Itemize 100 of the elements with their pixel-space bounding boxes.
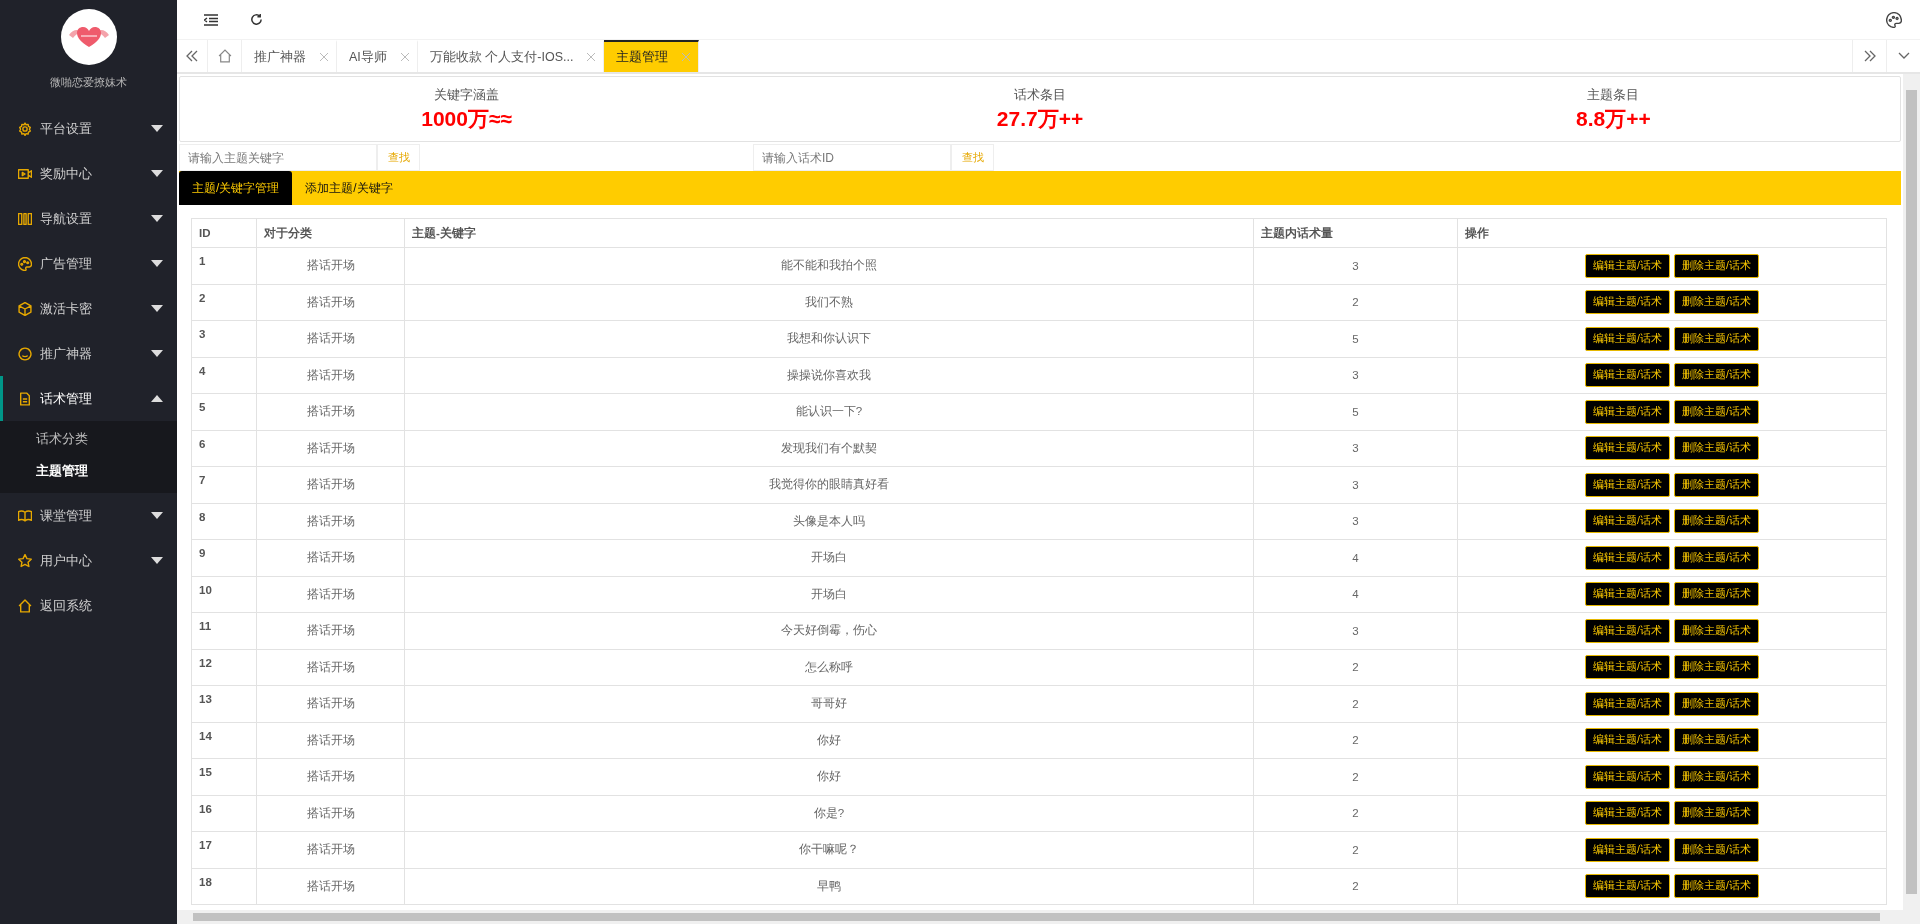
stat-label: 关键字涵盖	[434, 85, 500, 104]
vertical-scrollbar[interactable]	[1903, 74, 1920, 910]
page-tab[interactable]: 推广神器	[242, 40, 337, 72]
caret-icon	[151, 170, 163, 177]
table-cell: 5	[1253, 393, 1458, 430]
delete-button[interactable]: 删除主题/话术	[1674, 728, 1759, 753]
subtab[interactable]: 添加主题/关键字	[292, 171, 406, 205]
menu-item[interactable]: 导航设置	[0, 196, 177, 241]
refresh-icon[interactable]	[250, 13, 263, 26]
table-cell: 我想和你认识下	[404, 320, 1254, 357]
stat-label: 主题条目	[1587, 85, 1640, 104]
close-icon[interactable]	[400, 53, 409, 61]
edit-button[interactable]: 编辑主题/话术	[1585, 436, 1670, 461]
delete-button[interactable]: 删除主题/话术	[1674, 655, 1759, 680]
delete-button[interactable]: 删除主题/话术	[1674, 545, 1759, 570]
edit-button[interactable]: 编辑主题/话术	[1585, 837, 1670, 862]
edit-button[interactable]: 编辑主题/话术	[1585, 545, 1670, 570]
edit-button[interactable]: 编辑主题/话术	[1585, 618, 1670, 643]
delete-button[interactable]: 删除主题/话术	[1674, 691, 1759, 716]
book-icon	[18, 508, 32, 523]
table-cell: 开场白	[404, 539, 1254, 576]
close-icon[interactable]	[587, 53, 596, 61]
menu-item[interactable]: 广告管理	[0, 241, 177, 286]
edit-button[interactable]: 编辑主题/话术	[1585, 728, 1670, 753]
table-cell: 搭话开场	[256, 357, 405, 394]
edit-button[interactable]: 编辑主题/话术	[1585, 363, 1670, 388]
delete-button[interactable]: 删除主题/话术	[1674, 399, 1759, 424]
edit-button[interactable]: 编辑主题/话术	[1585, 691, 1670, 716]
table-cell: 11	[191, 612, 257, 649]
table-cell: 18	[191, 868, 257, 905]
edit-button[interactable]: 编辑主题/话术	[1585, 253, 1670, 278]
edit-button[interactable]: 编辑主题/话术	[1585, 655, 1670, 680]
edit-button[interactable]: 编辑主题/话术	[1585, 290, 1670, 315]
delete-button[interactable]: 删除主题/话术	[1674, 472, 1759, 497]
submenu-item[interactable]: 主题管理	[0, 455, 177, 487]
caret-icon	[151, 512, 163, 519]
close-icon[interactable]	[682, 53, 691, 61]
cube-icon	[18, 301, 32, 316]
delete-button[interactable]: 删除主题/话术	[1674, 801, 1759, 826]
menu-item[interactable]: 平台设置	[0, 106, 177, 151]
palette-icon[interactable]	[1886, 11, 1902, 28]
close-icon[interactable]	[320, 53, 328, 61]
column-header: 主题-关键字	[404, 218, 1254, 248]
delete-button[interactable]: 删除主题/话术	[1674, 290, 1759, 315]
table-cell: 搭话开场	[256, 868, 405, 905]
menu-item[interactable]: 返回系统	[0, 583, 177, 628]
table-cell: 12	[191, 649, 257, 686]
table-cell: 4	[1253, 576, 1458, 613]
delete-button[interactable]: 删除主题/话术	[1674, 618, 1759, 643]
delete-button[interactable]: 删除主题/话术	[1674, 253, 1759, 278]
subtab[interactable]: 主题/关键字管理	[179, 171, 293, 205]
page-tab[interactable]: 主题管理	[604, 40, 700, 72]
table-cell: 15	[191, 758, 257, 795]
home-icon	[217, 49, 232, 63]
edit-button[interactable]: 编辑主题/话术	[1585, 764, 1670, 789]
delete-button[interactable]: 删除主题/话术	[1674, 509, 1759, 534]
chevron-down-icon	[1897, 52, 1910, 60]
horizontal-scrollbar[interactable]	[177, 910, 1920, 924]
table-cell: 你是?	[404, 795, 1254, 832]
delete-button[interactable]: 删除主题/话术	[1674, 326, 1759, 351]
caret-icon	[151, 350, 163, 357]
table-cell: 9	[191, 539, 257, 576]
double-chevron-left-icon	[186, 50, 198, 62]
menu-item[interactable]: 奖励中心	[0, 151, 177, 196]
delete-button[interactable]: 删除主题/话术	[1674, 764, 1759, 789]
stat-value: 1000万≈≈	[421, 105, 513, 132]
edit-button[interactable]: 编辑主题/话术	[1585, 472, 1670, 497]
menu-item[interactable]: 推广神器	[0, 331, 177, 376]
table-cell: 2	[1253, 284, 1458, 321]
table-cell: 2	[1253, 868, 1458, 905]
menu-item[interactable]: 课堂管理	[0, 493, 177, 538]
delete-button[interactable]: 删除主题/话术	[1674, 582, 1759, 607]
table-cell: 你干嘛呢？	[404, 831, 1254, 868]
page-tab[interactable]: AI导师	[337, 40, 418, 72]
menu-item[interactable]: 用户中心	[0, 538, 177, 583]
edit-button[interactable]: 编辑主题/话术	[1585, 801, 1670, 826]
table-cell: 搭话开场	[256, 649, 405, 686]
search-field[interactable]: 请输入主题关键字	[179, 144, 377, 171]
edit-button[interactable]: 编辑主题/话术	[1585, 874, 1670, 899]
menu-fold-icon[interactable]	[204, 13, 218, 26]
table-cell: 搭话开场	[256, 758, 405, 795]
table-cell: 8	[191, 503, 257, 540]
edit-button[interactable]: 编辑主题/话术	[1585, 582, 1670, 607]
table-cell: 搭话开场	[256, 576, 405, 613]
submenu-item[interactable]: 话术分类	[0, 423, 177, 455]
delete-button[interactable]: 删除主题/话术	[1674, 363, 1759, 388]
delete-button[interactable]: 删除主题/话术	[1674, 837, 1759, 862]
edit-button[interactable]: 编辑主题/话术	[1585, 399, 1670, 424]
delete-button[interactable]: 删除主题/话术	[1674, 436, 1759, 461]
table-cell: 搭话开场	[256, 503, 405, 540]
table-cell: 7	[191, 466, 257, 503]
edit-button[interactable]: 编辑主题/话术	[1585, 509, 1670, 534]
table-cell: 3	[1253, 612, 1458, 649]
edit-button[interactable]: 编辑主题/话术	[1585, 326, 1670, 351]
table-cell: 今天好倒霉，伤心	[404, 612, 1254, 649]
menu-item[interactable]: 激活卡密	[0, 286, 177, 331]
search-field[interactable]: 请输入话术ID	[753, 144, 951, 171]
table-cell: 搭话开场	[256, 284, 405, 321]
delete-button[interactable]: 删除主题/话术	[1674, 874, 1759, 899]
caret-icon	[151, 215, 163, 222]
